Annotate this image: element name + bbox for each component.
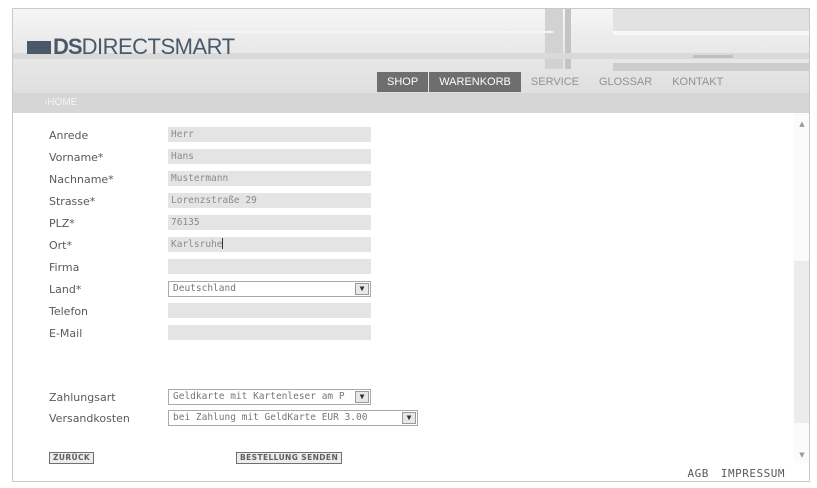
logo-wordmark: DIRECTSMART xyxy=(81,34,236,59)
versandkosten-select[interactable]: bei Zahlung mit GeldKarte EUR 3.00 ▼ xyxy=(168,410,418,426)
vorname-field[interactable]: Hans xyxy=(168,149,371,164)
header-decor-line xyxy=(193,31,553,33)
footer-links: AGB IMPRESSUM xyxy=(688,467,785,480)
breadcrumb-home[interactable]: ›HOME xyxy=(44,97,77,108)
form-row-email: E-Mail xyxy=(13,325,793,343)
impressum-link[interactable]: IMPRESSUM xyxy=(721,467,785,480)
firma-field[interactable] xyxy=(168,259,371,274)
nav-kontakt[interactable]: KONTAKT xyxy=(662,72,733,92)
triangle-up-icon[interactable]: ▲ xyxy=(793,117,809,131)
nav-service[interactable]: SERVICE xyxy=(521,72,589,92)
vorname-label: Vorname* xyxy=(49,151,104,164)
text-cursor xyxy=(222,238,224,249)
breadcrumb-bar: ›HOME xyxy=(13,93,809,113)
logo-ds: DS xyxy=(53,34,83,59)
nachname-field[interactable]: Mustermann xyxy=(168,171,371,186)
email-label: E-Mail xyxy=(49,327,83,340)
header-decor-band xyxy=(613,63,809,71)
email-field[interactable] xyxy=(168,325,371,340)
land-label: Land* xyxy=(49,283,82,296)
submit-order-button[interactable]: BESTELLUNG SENDEN xyxy=(236,452,343,464)
telefon-label: Telefon xyxy=(49,305,89,318)
triangle-down-icon[interactable]: ▼ xyxy=(793,448,809,462)
chevron-down-icon[interactable]: ▼ xyxy=(402,412,416,424)
scrollbar[interactable]: ▲ ▼ xyxy=(793,113,809,463)
nav-warenkorb[interactable]: WARENKORB xyxy=(429,72,521,92)
form-row-firma: Firma xyxy=(13,259,793,277)
ort-value: Karlsruhe xyxy=(171,239,223,250)
nav-glossar[interactable]: GLOSSAR xyxy=(589,72,662,92)
logo-bar xyxy=(27,40,51,54)
form-row-ort: Ort* Karlsruhe xyxy=(13,237,793,255)
form-row-vorname: Vorname* Hans xyxy=(13,149,793,167)
main-nav: SHOP WARENKORB SERVICE GLOSSAR KONTAKT xyxy=(377,72,733,92)
form-row-land: Land* Deutschland ▼ xyxy=(13,281,793,299)
header-decor-stripe xyxy=(565,9,571,69)
ort-label: Ort* xyxy=(49,239,72,252)
ort-field[interactable]: Karlsruhe xyxy=(168,237,371,252)
scrollbar-thumb[interactable] xyxy=(794,261,809,423)
plz-label: PLZ* xyxy=(49,217,75,230)
header-decor-line xyxy=(613,31,809,35)
form-row-nachname: Nachname* Mustermann xyxy=(13,171,793,189)
form-row-strasse: Strasse* Lorenzstraße 29 xyxy=(13,193,793,211)
form-row-telefon: Telefon xyxy=(13,303,793,321)
header-decor-stripe xyxy=(545,9,563,69)
strasse-label: Strasse* xyxy=(49,195,96,208)
chevron-down-icon[interactable]: ▼ xyxy=(355,391,369,403)
nachname-label: Nachname* xyxy=(49,173,114,186)
site-logo[interactable]: DS DIRECTSMART xyxy=(27,34,235,60)
land-selected-value: Deutschland xyxy=(173,283,236,294)
zahlungsart-label: Zahlungsart xyxy=(49,391,116,404)
plz-field[interactable]: 76135 xyxy=(168,215,371,230)
strasse-field[interactable]: Lorenzstraße 29 xyxy=(168,193,371,208)
agb-link[interactable]: AGB xyxy=(688,467,709,480)
anrede-field[interactable]: Herr xyxy=(168,127,371,142)
order-form: Anrede Herr Vorname* Hans Nachname* Must… xyxy=(13,113,793,481)
firma-label: Firma xyxy=(49,261,80,274)
anrede-label: Anrede xyxy=(49,129,89,142)
site-header: DS DIRECTSMART SHOP WARENKORB SERVICE GL… xyxy=(13,9,809,97)
zahlungsart-selected-value: Geldkarte mit Kartenleser am P xyxy=(173,391,345,402)
versandkosten-label: Versandkosten xyxy=(49,412,130,425)
form-row-zahlungsart: Zahlungsart Geldkarte mit Kartenleser am… xyxy=(13,389,793,407)
nav-shop[interactable]: SHOP xyxy=(377,72,429,92)
back-button[interactable]: ZURÜCK xyxy=(49,452,95,464)
browser-frame: DS DIRECTSMART SHOP WARENKORB SERVICE GL… xyxy=(12,8,810,482)
form-row-anrede: Anrede Herr xyxy=(13,127,793,145)
versandkosten-selected-value: bei Zahlung mit GeldKarte EUR 3.00 xyxy=(173,412,368,423)
zahlungsart-select[interactable]: Geldkarte mit Kartenleser am P ▼ xyxy=(168,389,371,405)
header-decor-block xyxy=(613,9,809,31)
telefon-field[interactable] xyxy=(168,303,371,318)
form-row-versandkosten: Versandkosten bei Zahlung mit GeldKarte … xyxy=(13,410,793,428)
form-row-plz: PLZ* 76135 xyxy=(13,215,793,233)
chevron-down-icon[interactable]: ▼ xyxy=(355,283,369,295)
header-decor-dash xyxy=(693,55,733,58)
land-select[interactable]: Deutschland ▼ xyxy=(168,281,371,297)
